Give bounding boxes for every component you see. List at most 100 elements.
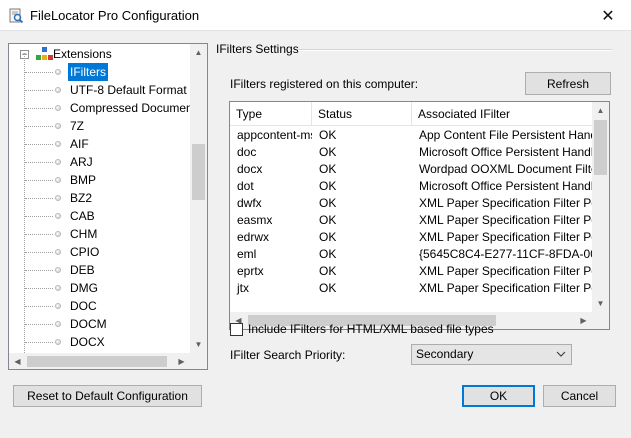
tree-bullet-icon (55, 321, 61, 327)
tree-vertical-thumb[interactable] (192, 144, 205, 200)
extensions-icon (35, 46, 55, 62)
tree-item-label: AIF (70, 137, 89, 151)
list-vertical-scrollbar[interactable]: ▲ ▼ (592, 102, 609, 312)
tree-guide-line (25, 324, 53, 325)
reset-default-configuration-button[interactable]: Reset to Default Configuration (13, 385, 202, 407)
tree-item[interactable]: DOCM (9, 315, 191, 333)
close-button[interactable]: ✕ (585, 0, 631, 31)
tree-guide-line (25, 306, 53, 307)
ifilters-registered-label: IFilters registered on this computer: (230, 77, 419, 91)
scroll-left-icon[interactable]: ◀ (9, 353, 26, 369)
tree-bullet-icon (55, 249, 61, 255)
tree-item[interactable]: CAB (9, 207, 191, 225)
refresh-button-label: Refresh (546, 76, 590, 91)
tree-root-extensions[interactable]: − Extensions (9, 45, 191, 63)
tree-item[interactable]: DOC (9, 297, 191, 315)
table-row[interactable]: doc OK Microsoft Office Persistent Handler (230, 144, 594, 161)
tree-item[interactable]: DEB (9, 261, 191, 279)
extensions-tree[interactable]: − Extensions IFilters UTF-8 Default Forma… (8, 43, 208, 370)
table-row[interactable]: eml OK {5645C8C4-E277-11CF-8FDA-00AA0 (230, 246, 594, 263)
scroll-up-icon[interactable]: ▲ (190, 44, 207, 61)
tree-bullet-icon (55, 339, 61, 345)
tree-item[interactable]: BZ2 (9, 189, 191, 207)
scroll-corner (592, 312, 609, 329)
scroll-up-icon[interactable]: ▲ (592, 102, 609, 119)
refresh-button[interactable]: Refresh (525, 72, 611, 95)
include-html-xml-checkbox[interactable] (230, 323, 243, 336)
tree-item-label: CPIO (70, 245, 100, 259)
table-row[interactable]: appcontent-ms OK App Content File Persiste… (230, 127, 594, 144)
column-header-type[interactable]: Type (230, 102, 312, 126)
tree-horizontal-scrollbar[interactable]: ◀ ▶ (9, 353, 190, 369)
scroll-corner (190, 353, 207, 369)
close-icon: ✕ (601, 7, 615, 25)
tree-item[interactable]: ARJ (9, 153, 191, 171)
cell-type: edrwx (237, 230, 270, 244)
tree-guide-line (25, 180, 53, 181)
tree-guide-line (25, 162, 53, 163)
ifilter-priority-select[interactable]: Secondary (411, 344, 572, 365)
tree-bullet-icon (55, 231, 61, 237)
list-header: Type Status Associated IFilter (230, 102, 594, 126)
cell-status: OK (319, 247, 337, 261)
tree-item-label: 7Z (70, 119, 85, 133)
tree-guide-line (25, 144, 53, 145)
ifilter-priority-value: Secondary (416, 347, 474, 361)
table-row[interactable]: jtx OK XML Paper Specification Filter Pers… (230, 280, 594, 297)
ok-button[interactable]: OK (462, 385, 535, 407)
ifilter-priority-label: IFilter Search Priority: (230, 348, 346, 362)
tree-bullet-icon (55, 195, 61, 201)
table-row[interactable]: eprtx OK XML Paper Specification Filter Pe… (230, 263, 594, 280)
table-row[interactable]: easmx OK XML Paper Specification Filter Pe… (230, 212, 594, 229)
column-header-associated-ifilter[interactable]: Associated IFilter (412, 102, 594, 126)
list-vertical-thumb[interactable] (594, 120, 607, 175)
tree-item-label: BZ2 (70, 191, 93, 205)
table-row[interactable]: dot OK Microsoft Office Persistent Handler (230, 178, 594, 195)
tree-horizontal-thumb[interactable] (27, 356, 167, 367)
table-row[interactable]: dwfx OK XML Paper Specification Filter Per… (230, 195, 594, 212)
cell-associated-ifilter: XML Paper Specification Filter Persist (419, 196, 592, 210)
tree-guide-line (25, 270, 53, 271)
window-title: FileLocator Pro Configuration (30, 8, 200, 23)
cell-type: docx (237, 162, 263, 176)
tree-item-label: DOCX (70, 335, 105, 349)
tree-item-label: ARJ (70, 155, 93, 169)
tree-guide-line (25, 288, 53, 289)
tree-item[interactable]: UTF-8 Default Format (9, 81, 191, 99)
tree-item[interactable]: 7Z (9, 117, 191, 135)
tree-item-label: Compressed Document R (70, 101, 191, 115)
tree-guide-line (25, 252, 53, 253)
scroll-down-icon[interactable]: ▼ (190, 336, 207, 353)
ifilters-list[interactable]: Type Status Associated IFilter appconten… (229, 101, 610, 330)
cell-status: OK (319, 145, 337, 159)
scroll-right-icon[interactable]: ▶ (173, 353, 190, 369)
tree-item[interactable]: AIF (9, 135, 191, 153)
tree-item[interactable]: BMP (9, 171, 191, 189)
table-row[interactable]: edrwx OK XML Paper Specification Filter Pe… (230, 229, 594, 246)
tree-item[interactable]: Compressed Document R (9, 99, 191, 117)
tree-guide-line (25, 216, 53, 217)
cancel-button[interactable]: Cancel (543, 385, 616, 407)
cell-type: easmx (237, 213, 273, 227)
tree-item[interactable]: CPIO (9, 243, 191, 261)
cell-status: OK (319, 281, 337, 295)
tree-root-label: Extensions (53, 47, 112, 61)
tree-bullet-icon (55, 177, 61, 183)
tree-guide-line (25, 126, 53, 127)
tree-item[interactable]: IFilters (9, 62, 191, 82)
tree-item[interactable]: DMG (9, 279, 191, 297)
column-header-status[interactable]: Status (312, 102, 412, 126)
scroll-down-icon[interactable]: ▼ (592, 295, 609, 312)
cell-status: OK (319, 264, 337, 278)
tree-guide-line (25, 342, 53, 343)
cell-type: dwfx (237, 196, 262, 210)
tree-item[interactable]: DOCX (9, 333, 191, 351)
title-bar: FileLocator Pro Configuration ✕ (0, 0, 631, 31)
table-row[interactable]: docx OK Wordpad OOXML Document Filter (230, 161, 594, 178)
ifilters-settings-title: IFilters Settings (216, 42, 305, 56)
cancel-button-label: Cancel (560, 389, 599, 403)
tree-item[interactable]: CHM (9, 225, 191, 243)
tree-vertical-scrollbar[interactable]: ▲ ▼ (190, 44, 207, 353)
cell-associated-ifilter: Wordpad OOXML Document Filter (419, 162, 592, 176)
scroll-right-icon[interactable]: ▶ (575, 312, 592, 329)
